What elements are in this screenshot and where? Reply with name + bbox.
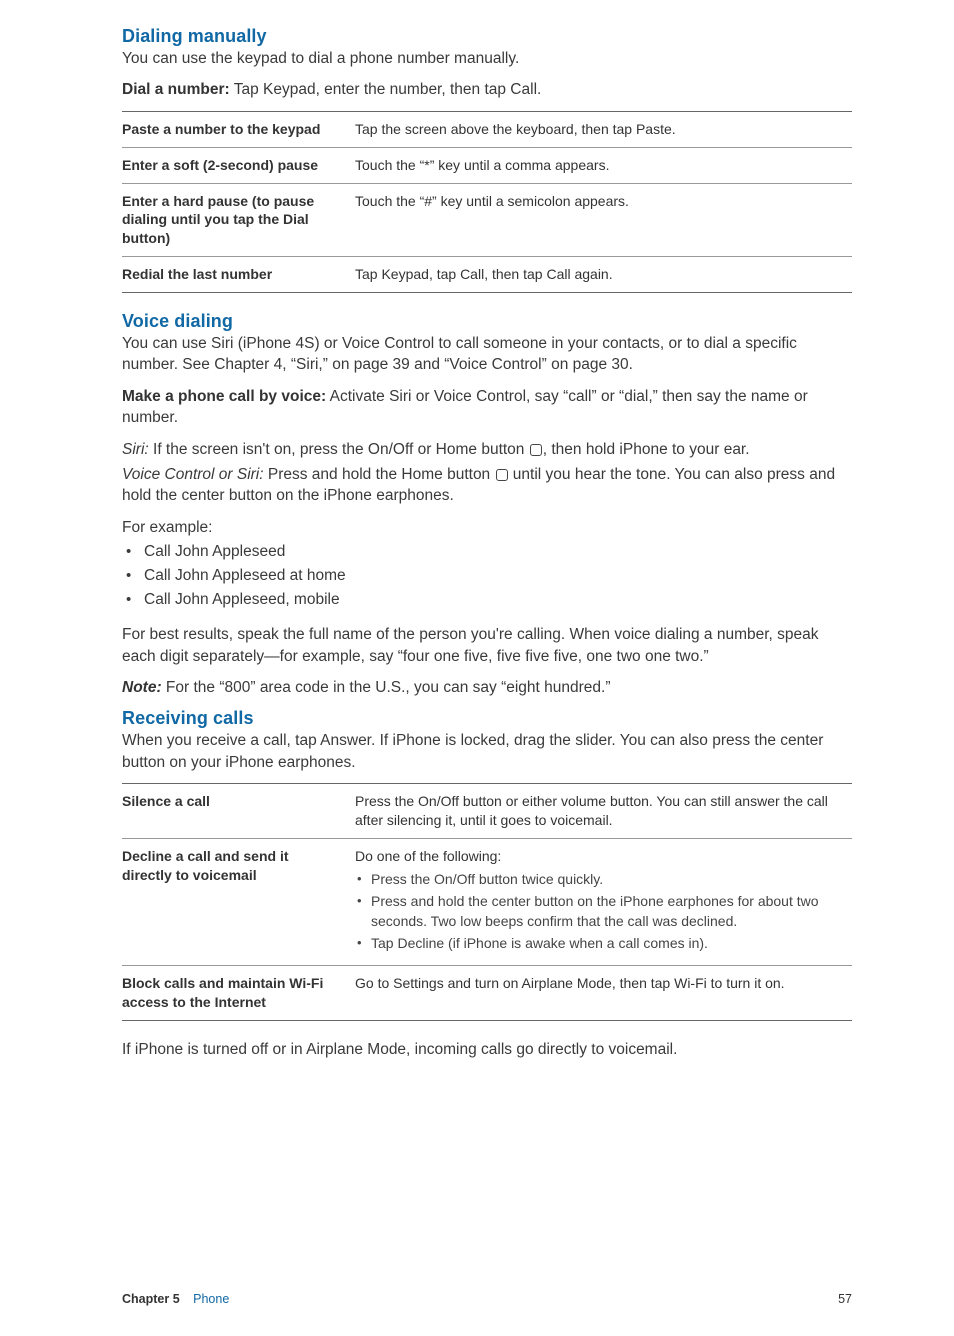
note-label: Note: <box>122 679 162 696</box>
home-button-icon <box>530 444 542 456</box>
list-item: Call John Appleseed at home <box>140 564 852 588</box>
list-item: Call John Appleseed <box>140 540 852 564</box>
make-call-label: Make a phone call by voice: <box>122 388 326 405</box>
siri-text-before: If the screen isn't on, press the On/Off… <box>149 441 529 458</box>
best-results-text: For best results, speak the full name of… <box>122 624 852 667</box>
footer-page-number: 57 <box>838 1292 852 1306</box>
silence-label: Silence a call <box>122 784 355 839</box>
dialing-row2-value: Touch the “#” key until a semicolon appe… <box>355 183 852 257</box>
silence-value: Press the On/Off button or either volume… <box>355 784 852 839</box>
section-heading-dialing: Dialing manually <box>122 26 852 47</box>
dialing-row1-value: Touch the “*” key until a comma appears. <box>355 147 852 183</box>
table-row: Redial the last number Tap Keypad, tap C… <box>122 257 852 293</box>
siri-instruction: Siri: If the screen isn't on, press the … <box>122 439 852 460</box>
make-call-instruction: Make a phone call by voice: Activate Sir… <box>122 386 852 429</box>
decline-bullets: Press the On/Off button twice quickly. P… <box>355 870 846 954</box>
dialing-row1-label: Enter a soft (2-second) pause <box>122 147 355 183</box>
table-row: Silence a call Press the On/Off button o… <box>122 784 852 839</box>
section-heading-voice: Voice dialing <box>122 311 852 332</box>
home-button-icon <box>496 469 508 481</box>
table-row: Block calls and maintain Wi-Fi access to… <box>122 966 852 1021</box>
table-row: Paste a number to the keypad Tap the scr… <box>122 111 852 147</box>
voice-control-instruction: Voice Control or Siri: Press and hold th… <box>122 464 852 507</box>
dialing-row3-label: Redial the last number <box>122 257 355 293</box>
decline-label: Decline a call and send it directly to v… <box>122 838 355 965</box>
voice-control-text-before: Press and hold the Home button <box>268 466 495 483</box>
table-row: Decline a call and send it directly to v… <box>122 838 852 965</box>
receiving-table: Silence a call Press the On/Off button o… <box>122 783 852 1021</box>
dialing-intro: You can use the keypad to dial a phone n… <box>122 48 852 69</box>
siri-label: Siri: <box>122 441 149 458</box>
note-text: Note: For the “800” area code in the U.S… <box>122 677 852 698</box>
list-item: Tap Decline (if iPhone is awake when a c… <box>369 934 846 954</box>
dialing-table: Paste a number to the keypad Tap the scr… <box>122 111 852 293</box>
block-value: Go to Settings and turn on Airplane Mode… <box>355 966 852 1021</box>
list-item: Press and hold the center button on the … <box>369 892 846 931</box>
example-list: Call John Appleseed Call John Appleseed … <box>122 540 852 612</box>
footer-chapter-name: Phone <box>193 1292 229 1306</box>
dialing-row2-label: Enter a hard pause (to pause dialing unt… <box>122 183 355 257</box>
table-row: Enter a hard pause (to pause dialing unt… <box>122 183 852 257</box>
voice-intro: You can use Siri (iPhone 4S) or Voice Co… <box>122 333 852 376</box>
siri-text-after: , then hold iPhone to your ear. <box>543 441 750 458</box>
receiving-after: If iPhone is turned off or in Airplane M… <box>122 1039 852 1060</box>
example-label: For example: <box>122 517 852 538</box>
decline-value: Do one of the following: Press the On/Of… <box>355 838 852 965</box>
block-label: Block calls and maintain Wi-Fi access to… <box>122 966 355 1021</box>
section-heading-receiving: Receiving calls <box>122 708 852 729</box>
dial-number-label: Dial a number: <box>122 81 230 98</box>
page-footer: Chapter 5 Phone 57 <box>122 1292 852 1306</box>
dialing-row3-value: Tap Keypad, tap Call, then tap Call agai… <box>355 257 852 293</box>
table-row: Enter a soft (2-second) pause Touch the … <box>122 147 852 183</box>
dial-number-text: Tap Keypad, enter the number, then tap C… <box>230 81 542 98</box>
dialing-row0-label: Paste a number to the keypad <box>122 111 355 147</box>
list-item: Call John Appleseed, mobile <box>140 588 852 612</box>
receiving-intro: When you receive a call, tap Answer. If … <box>122 730 852 773</box>
decline-intro: Do one of the following: <box>355 848 501 864</box>
footer-chapter-label: Chapter 5 <box>122 1292 180 1306</box>
dialing-row0-value: Tap the screen above the keyboard, then … <box>355 111 852 147</box>
page-content: Dialing manually You can use the keypad … <box>0 0 954 1060</box>
list-item: Press the On/Off button twice quickly. <box>369 870 846 890</box>
dial-number-instruction: Dial a number: Tap Keypad, enter the num… <box>122 79 852 100</box>
voice-control-label: Voice Control or Siri: <box>122 466 268 483</box>
note-body: For the “800” area code in the U.S., you… <box>162 679 611 696</box>
